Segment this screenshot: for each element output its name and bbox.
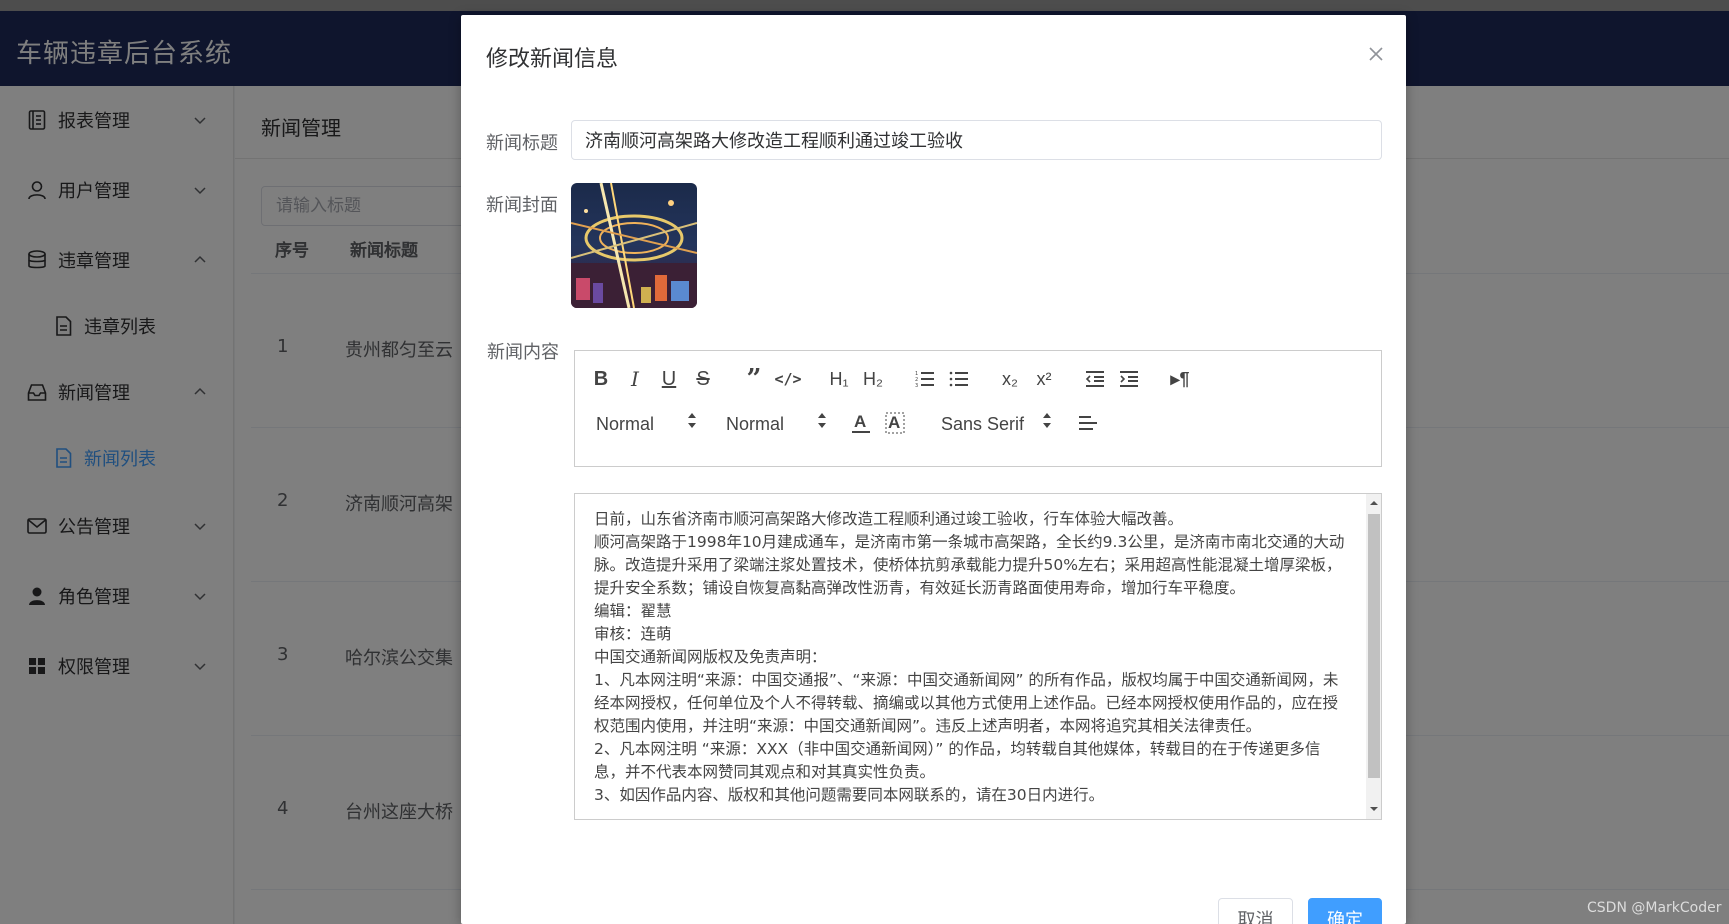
font-picker-label: Sans Serif [941,414,1025,434]
strikethrough-icon[interactable]: S [690,366,716,392]
svg-text:3: 3 [915,383,918,388]
content-paragraph: 2、凡本网注明 “来源：XXX（非中国交通新闻网）” 的作品，均转载自其他媒体，… [594,740,1321,781]
edit-news-dialog: 修改新闻信息 新闻标题 新闻封面 [461,15,1406,924]
scroll-up-arrow-icon[interactable] [1369,498,1379,508]
news-content-label: 新闻内容 [487,342,559,363]
select-arrows-icon [688,413,696,428]
content-paragraph: 1、凡本网注明“来源：中国交通报”、“来源：中国交通新闻网” 的所有作品，版权均… [594,671,1339,735]
text-direction-icon[interactable]: ▸¶ [1167,366,1193,392]
code-block-icon[interactable]: </> [774,366,801,392]
svg-text:A: A [854,412,866,431]
heading-1-icon[interactable]: H₁ [826,366,852,392]
news-title-label: 新闻标题 [486,133,558,154]
size-picker[interactable]: Normal [726,410,826,440]
content-paragraph: 顺河高架路于1998年10月建成通车，是济南市第一条城市高架路，全长约9.3公里… [594,533,1345,597]
scroll-thumb[interactable] [1368,514,1380,778]
watermark: CSDN @MarkCoder [1587,900,1722,916]
svg-text:A: A [888,413,900,432]
header-picker-label: Normal [596,414,655,434]
editor-content-area[interactable]: 日前，山东省济南市顺河高架路大修改造工程顺利通过竣工验收，行车体验大幅改善。 顺… [574,493,1382,820]
superscript-icon[interactable]: x² [1031,366,1057,392]
editor-scrollbar[interactable] [1366,494,1381,819]
underline-icon[interactable]: U [656,366,682,392]
bullet-list-icon[interactable] [946,366,972,392]
cancel-button[interactable]: 取消 [1218,898,1293,924]
content-paragraph: 编辑：翟慧 [594,602,672,620]
close-icon[interactable] [1365,43,1387,65]
heading-2-icon[interactable]: H₂ [860,366,886,392]
header-picker[interactable]: Normal [596,410,696,440]
ordered-list-icon[interactable]: 123 [912,366,938,392]
news-title-input[interactable] [571,120,1382,160]
dialog-title: 修改新闻信息 [486,47,619,72]
size-picker-label: Normal [726,414,785,434]
italic-icon[interactable]: I [622,366,648,392]
news-content-text[interactable]: 日前，山东省济南市顺河高架路大修改造工程顺利通过竣工验收，行车体验大幅改善。 顺… [594,508,1349,807]
indent-icon[interactable] [1116,366,1142,392]
align-left-icon[interactable] [1075,410,1101,436]
confirm-button[interactable]: 确定 [1308,898,1382,924]
font-picker[interactable]: Sans Serif [941,410,1061,440]
content-paragraph: 日前，山东省济南市顺河高架路大修改造工程顺利通过竣工验收，行车体验大幅改善。 [594,510,1184,528]
subscript-icon[interactable]: x₂ [997,366,1023,392]
content-paragraph: 审核：连萌 [594,625,672,643]
outdent-icon[interactable] [1082,366,1108,392]
scroll-down-arrow-icon[interactable] [1369,804,1379,814]
editor-toolbar: B I U S ” </> H₁ H₂ 123 x₂ x² ▸¶ Normal … [574,350,1382,467]
news-cover-image[interactable] [571,183,697,308]
background-color-icon[interactable]: A [882,410,908,436]
content-paragraph: 3、如因作品内容、版权和其他问题需要同本网联系的，请在30日内进行。 [594,786,1105,804]
content-paragraph: 中国交通新闻网版权及免责声明： [594,648,827,666]
blockquote-icon[interactable]: ” [741,364,767,394]
select-arrows-icon [1043,413,1051,428]
bold-icon[interactable]: B [588,366,614,392]
news-cover-label: 新闻封面 [486,195,558,216]
select-arrows-icon [818,413,826,428]
text-color-icon[interactable]: A [848,410,874,436]
